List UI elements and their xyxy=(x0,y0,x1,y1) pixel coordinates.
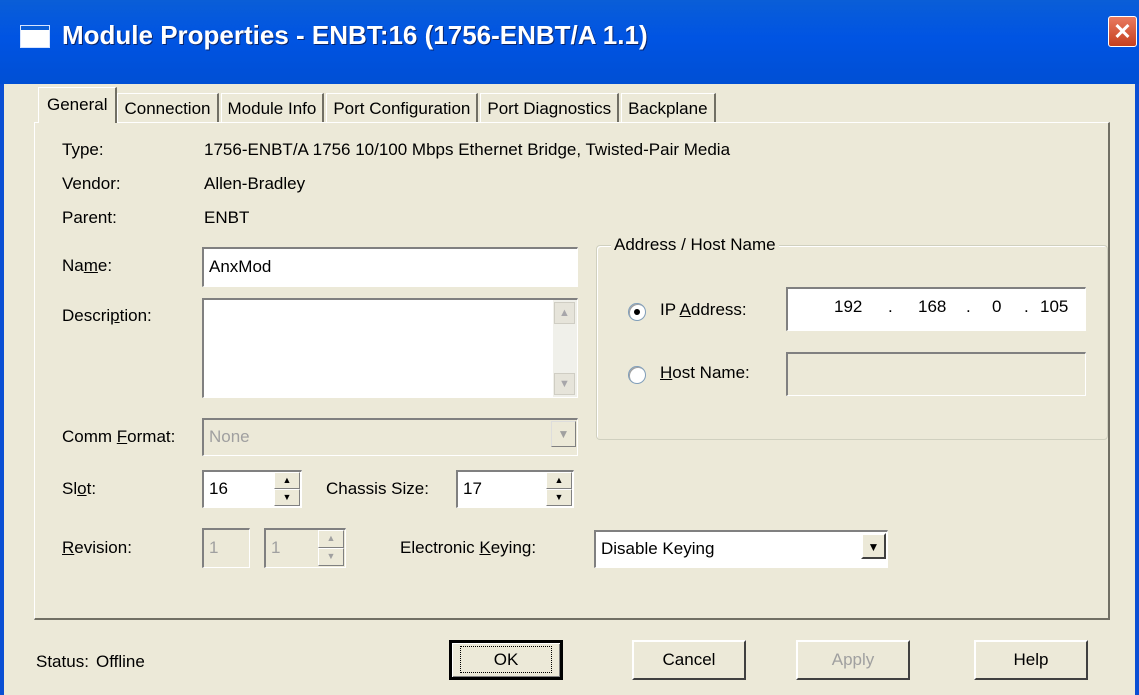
revision-spinner: ▲ ▼ xyxy=(318,530,344,566)
description-scrollbar: ▲ ▼ xyxy=(553,300,577,397)
ip-octet-3: 0 xyxy=(992,297,1002,316)
parent-label: Parent: xyxy=(62,208,117,227)
vendor-label: Vendor: xyxy=(62,174,121,193)
scroll-up-icon[interactable]: ▲ xyxy=(554,302,575,324)
chassis-size-label: Chassis Size: xyxy=(326,479,429,498)
tab-port-configuration[interactable]: Port Configuration xyxy=(326,93,479,123)
window-title: Module Properties - ENBT:16 (1756-ENBT/A… xyxy=(62,20,648,50)
type-value: 1756-ENBT/A 1756 10/100 Mbps Ethernet Br… xyxy=(204,140,731,159)
ip-dot: . xyxy=(1024,297,1029,316)
address-host-group-label: Address / Host Name xyxy=(611,235,779,255)
name-label: Name: xyxy=(62,256,113,275)
revision-minor-value: 1 xyxy=(271,538,281,557)
type-label: Type: xyxy=(62,140,104,159)
spin-down-icon: ▼ xyxy=(318,548,344,566)
revision-label: Revision: xyxy=(62,538,132,557)
chassis-size-spinner[interactable]: ▲ ▼ xyxy=(546,472,572,506)
comm-format-select: None ▼ xyxy=(202,418,578,456)
status-value: Offline xyxy=(96,652,145,671)
comm-format-dropdown-icon: ▼ xyxy=(551,421,576,447)
ip-address-input[interactable]: 192 . 168 . 0 . 105 xyxy=(786,287,1086,331)
vendor-value: Allen-Bradley xyxy=(204,174,306,193)
description-textarea[interactable]: ▲ ▼ xyxy=(202,298,578,398)
ip-address-radio[interactable] xyxy=(628,303,646,321)
spin-up-icon[interactable]: ▲ xyxy=(274,472,300,489)
cancel-button[interactable]: Cancel xyxy=(632,640,746,680)
spin-down-icon[interactable]: ▼ xyxy=(546,489,572,506)
ip-octet-4: 105 xyxy=(1040,297,1069,316)
window-frame-right xyxy=(1135,84,1139,695)
close-button[interactable]: ✕ xyxy=(1108,16,1137,47)
help-button[interactable]: Help xyxy=(974,640,1088,680)
ip-address-label: IP Address: xyxy=(660,300,747,319)
host-name-label: Host Name: xyxy=(660,363,750,382)
revision-major-input: 1 xyxy=(202,528,250,568)
tab-module-info[interactable]: Module Info xyxy=(220,93,325,123)
description-label: Description: xyxy=(62,306,152,325)
ip-octet-2: 168 xyxy=(918,297,947,316)
host-name-input xyxy=(786,352,1086,396)
ip-dot: . xyxy=(888,297,893,316)
spin-up-icon: ▲ xyxy=(318,530,344,548)
spin-up-icon[interactable]: ▲ xyxy=(546,472,572,489)
ok-button[interactable]: OK xyxy=(449,640,563,680)
ip-dot: . xyxy=(966,297,971,316)
tab-strip: General Connection Module Info Port Conf… xyxy=(38,87,718,123)
chassis-size-value: 17 xyxy=(463,479,482,498)
tab-backplane[interactable]: Backplane xyxy=(621,93,716,123)
tab-port-diagnostics[interactable]: Port Diagnostics xyxy=(480,93,620,123)
slot-spinner[interactable]: ▲ ▼ xyxy=(274,472,300,506)
spin-down-icon[interactable]: ▼ xyxy=(274,489,300,506)
slot-label: Slot: xyxy=(62,479,97,498)
ip-octet-1: 192 xyxy=(834,297,863,316)
tab-connection[interactable]: Connection xyxy=(117,93,219,123)
window-frame-left xyxy=(0,84,4,695)
tab-general[interactable]: General xyxy=(38,87,118,123)
host-name-radio[interactable] xyxy=(628,366,646,384)
electronic-keying-value: Disable Keying xyxy=(601,539,715,558)
name-input[interactable]: AnxMod xyxy=(202,247,578,287)
apply-button: Apply xyxy=(796,640,910,680)
slot-value: 16 xyxy=(209,479,228,498)
window-icon[interactable] xyxy=(20,25,50,48)
comm-format-label: Comm Format: xyxy=(62,427,176,446)
address-host-group: Address / Host Name xyxy=(596,235,1108,440)
scroll-down-icon[interactable]: ▼ xyxy=(554,373,575,395)
status-label: Status: xyxy=(36,652,89,671)
parent-value: ENBT xyxy=(204,208,250,227)
title-bar: Module Properties - ENBT:16 (1756-ENBT/A… xyxy=(0,0,1139,84)
electronic-keying-label: Electronic Keying: xyxy=(400,538,537,557)
electronic-keying-select[interactable]: Disable Keying ▼ xyxy=(594,530,888,568)
electronic-keying-dropdown-icon[interactable]: ▼ xyxy=(861,533,886,559)
comm-format-value: None xyxy=(209,427,250,446)
